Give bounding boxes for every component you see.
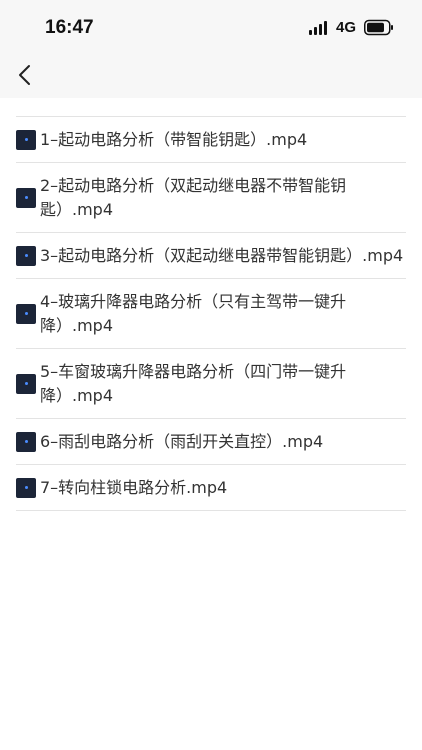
file-name: 5–车窗玻璃升降器电路分析（四门带一键升降）.mp4 (40, 361, 347, 405)
video-thumbnail-icon (16, 245, 36, 266)
file-name: 2–起动电路分析（双起动继电器不带智能钥匙）.mp4 (40, 175, 347, 219)
video-thumbnail-icon (16, 431, 36, 452)
file-list: 1–起动电路分析（带智能钥匙）.mp4 2–起动电路分析（双起动继电器不带智能钥… (16, 116, 406, 511)
file-item[interactable]: 4–玻璃升降器电路分析（只有主驾带一键升降）.mp4 (16, 279, 406, 349)
video-thumbnail-icon (16, 187, 36, 208)
status-time: 16:47 (45, 17, 94, 38)
file-item[interactable]: 1–起动电路分析（带智能钥匙）.mp4 (16, 117, 406, 163)
file-name: 6–雨刮电路分析（雨刮开关直控）.mp4 (40, 431, 324, 451)
chevron-left-icon (19, 65, 30, 85)
file-item[interactable]: 6–雨刮电路分析（雨刮开关直控）.mp4 (16, 419, 406, 465)
back-button[interactable] (10, 60, 38, 90)
file-item[interactable]: 5–车窗玻璃升降器电路分析（四门带一键升降）.mp4 (16, 349, 406, 419)
file-item[interactable]: 7–转向柱锁电路分析.mp4 (16, 465, 406, 511)
file-name: 7–转向柱锁电路分析.mp4 (40, 477, 228, 497)
video-thumbnail-icon (16, 373, 36, 394)
file-name: 3–起动电路分析（双起动继电器带智能钥匙）.mp4 (40, 245, 404, 265)
video-thumbnail-icon (16, 477, 36, 498)
video-thumbnail-icon (16, 303, 36, 324)
top-bar: 16:47 4G (0, 0, 422, 98)
video-thumbnail-icon (16, 129, 36, 150)
signal-bars-icon (309, 21, 329, 35)
file-name: 1–起动电路分析（带智能钥匙）.mp4 (40, 129, 308, 149)
battery-icon (364, 19, 393, 36)
file-item[interactable]: 2–起动电路分析（双起动继电器不带智能钥匙）.mp4 (16, 163, 406, 233)
file-name: 4–玻璃升降器电路分析（只有主驾带一键升降）.mp4 (40, 291, 347, 335)
network-type: 4G (336, 19, 357, 36)
file-item[interactable]: 3–起动电路分析（双起动继电器带智能钥匙）.mp4 (16, 233, 406, 279)
